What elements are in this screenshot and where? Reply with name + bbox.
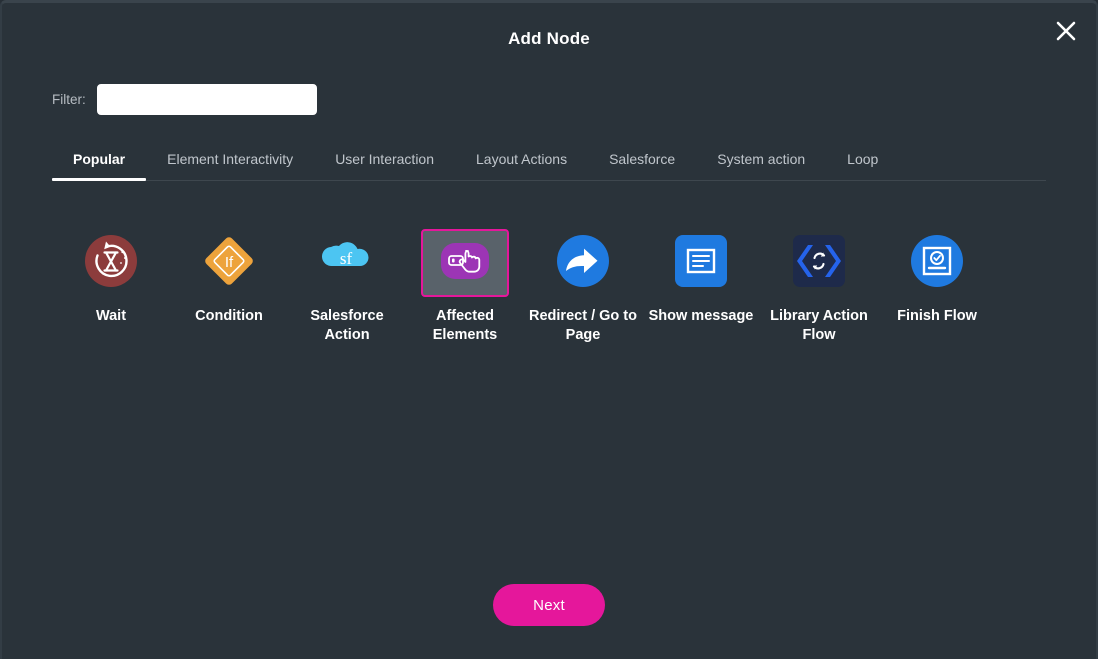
tab-popular[interactable]: Popular [52,145,147,181]
code-refresh-icon [792,234,846,293]
node-icon-frame [657,229,745,297]
tab-user-interaction[interactable]: User Interaction [314,145,455,180]
node-icon-frame: If [185,229,273,297]
node-label: Wait [95,308,127,324]
node-option-affected-elements[interactable]: Affected Elements [406,221,524,345]
node-icon-frame [67,229,155,297]
tab-salesforce[interactable]: Salesforce [588,145,696,180]
node-type-grid: Wait If Condition sf Salesforce Action A… [52,221,1046,345]
node-option-wait[interactable]: Wait [52,221,170,326]
node-icon-frame [775,229,863,297]
tab-system-action[interactable]: System action [696,145,826,180]
share-arrow-icon [555,233,611,294]
node-option-show-message[interactable]: Show message [642,221,760,326]
node-label: Library Action Flow [770,308,868,343]
node-option-finish-flow[interactable]: Finish Flow [878,221,996,326]
node-icon-frame [893,229,981,297]
page-title: Add Node [508,29,590,48]
node-icon-frame [421,229,509,297]
node-label: Affected Elements [432,308,498,343]
tab-loop[interactable]: Loop [826,145,899,180]
salesforce-cloud-icon: sf [317,238,377,289]
hand-pointer-icon [439,235,491,292]
message-document-icon [673,233,729,294]
add-node-dialog: Add Node Filter: Popular Element Interac… [0,0,1098,659]
node-label: Condition [195,308,263,324]
close-icon[interactable] [1050,15,1082,47]
next-button[interactable]: Next [493,584,605,626]
node-label: Salesforce Action [310,308,384,343]
node-option-library-action-flow[interactable]: Library Action Flow [760,221,878,345]
node-label: Finish Flow [897,308,977,324]
filter-row: Filter: [52,84,317,115]
node-icon-frame: sf [303,229,391,297]
svg-text:sf: sf [340,249,353,268]
tab-element-interactivity[interactable]: Element Interactivity [146,145,314,180]
if-diamond-icon: If [199,231,259,296]
tab-layout-actions[interactable]: Layout Actions [455,145,588,180]
node-option-condition[interactable]: If Condition [170,221,288,326]
node-icon-frame [539,229,627,297]
svg-text:If: If [225,254,234,271]
filter-label: Filter: [52,92,86,107]
certificate-check-icon [909,233,965,294]
node-option-redirect[interactable]: Redirect / Go to Page [524,221,642,345]
node-label: Redirect / Go to Page [529,308,637,343]
node-label: Show message [648,308,754,324]
tab-bar: Popular Element Interactivity User Inter… [52,145,1046,181]
node-option-salesforce-action[interactable]: sf Salesforce Action [288,221,406,345]
hourglass-refresh-icon [83,233,139,294]
search-input[interactable] [96,84,317,115]
